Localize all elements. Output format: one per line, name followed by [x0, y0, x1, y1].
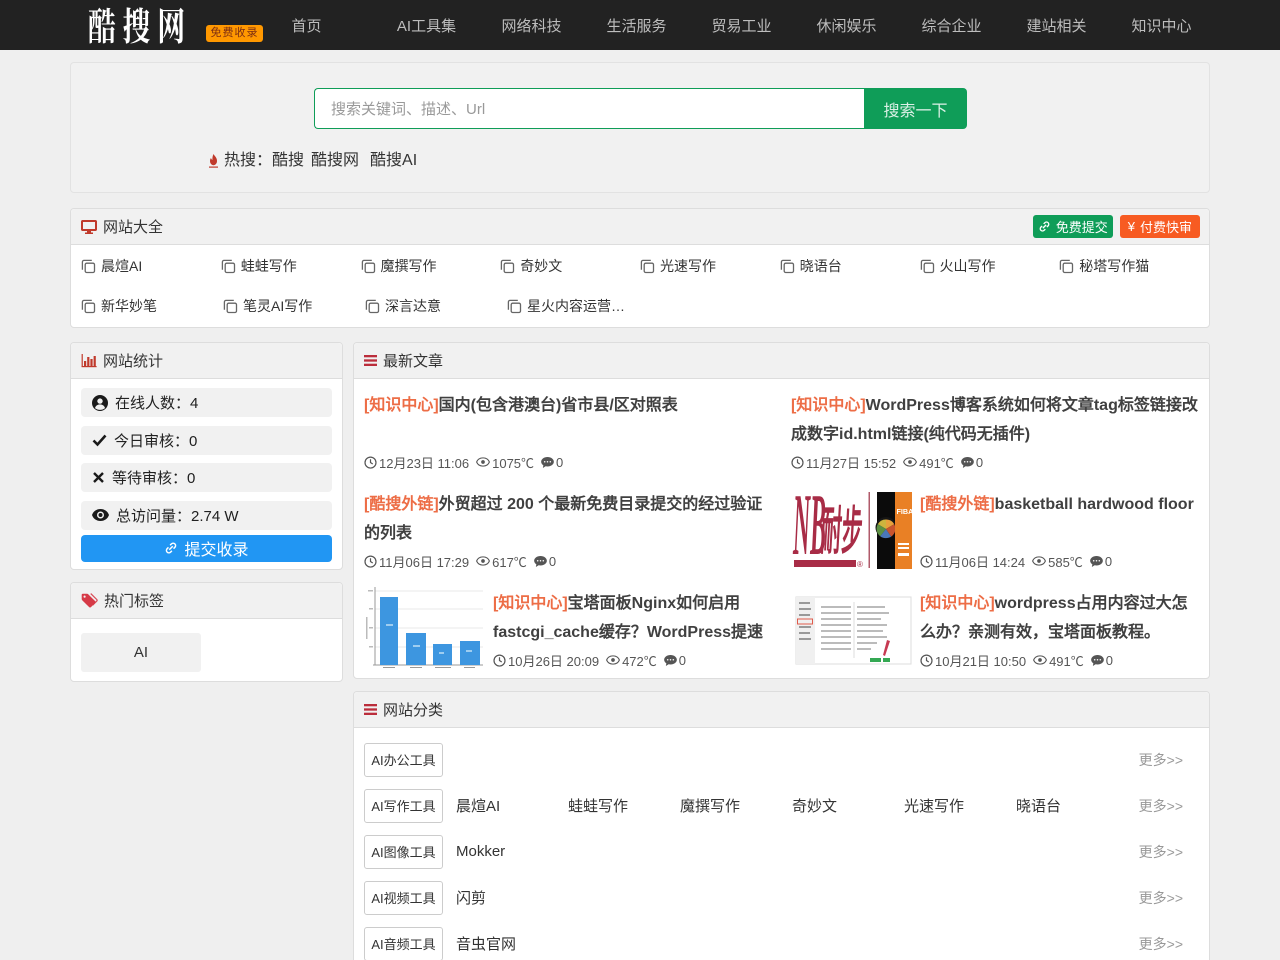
svg-text:耐步: 耐步 — [819, 503, 864, 561]
svg-text:FIBA: FIBA — [897, 507, 913, 516]
svg-text:®: ® — [857, 560, 863, 569]
